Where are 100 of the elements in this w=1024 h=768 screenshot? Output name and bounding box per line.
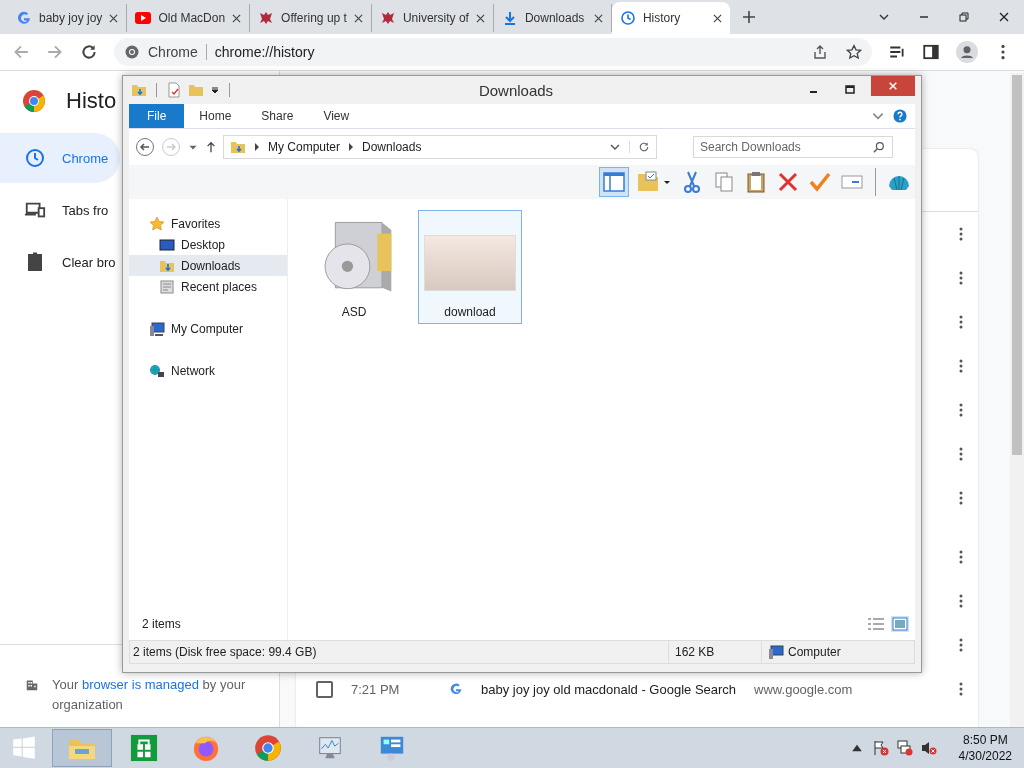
delete-x-icon[interactable] [776,170,800,194]
desktop-icon [159,236,175,253]
nav-item[interactable]: Desktop [129,234,287,255]
nav-item[interactable]: Favorites [129,213,287,234]
network-error-icon[interactable] [896,740,913,756]
managed-link[interactable]: browser is managed [81,677,199,692]
more-icon[interactable] [958,593,964,609]
nav-item[interactable]: My Computer [129,318,287,339]
history-entry-link[interactable]: baby joy joy old macdonald - Google Search [481,681,737,697]
network-icon [149,362,165,379]
shopping-bag-icon [129,734,159,762]
sidebar-item[interactable]: Chrome [0,133,120,183]
refresh-icon[interactable] [629,141,650,153]
more-icon[interactable] [958,637,964,653]
tab-title: History [642,11,682,25]
checkmark-icon[interactable] [808,170,832,194]
maximize-icon[interactable] [844,84,856,96]
search-field[interactable]: Search Downloads [693,136,893,158]
status-location: Computer [788,645,841,659]
clock-date: 4/30/2022 [958,748,1012,764]
more-icon[interactable] [958,402,964,418]
close-button[interactable] [871,76,915,96]
browser-tab[interactable]: Old MacDon [127,4,251,32]
checkbox[interactable] [316,680,333,698]
scrollbar[interactable] [1010,73,1024,727]
close-icon[interactable] [593,13,603,23]
back-icon[interactable] [135,137,155,157]
ribbon-tab[interactable]: Home [184,104,247,128]
up-arrow-icon[interactable] [205,141,217,153]
help-icon[interactable] [893,109,907,123]
window-title: Downloads [477,81,555,99]
close-icon[interactable] [998,11,1010,23]
browser-tab[interactable]: University of [371,4,494,32]
browser-tab[interactable]: Offering up t [250,4,372,32]
windows-start-icon[interactable] [12,736,36,760]
tab-title: Offering up t [281,11,347,25]
managed-notice: Your browser is managed by your organization [52,676,247,714]
crest-icon [258,10,275,26]
close-icon[interactable] [232,13,242,23]
thumbnail-view-icon[interactable] [891,616,909,632]
clock-icon [24,148,46,168]
address-bar[interactable]: Chrome chrome://history [114,38,872,66]
fox-globe-icon [191,734,221,762]
more-icon[interactable] [958,549,964,565]
browser-tab[interactable]: History [611,2,730,34]
clock-time: 8:50 PM [962,732,1008,748]
more-icon[interactable] [958,226,964,242]
close-icon [888,81,898,91]
ribbon-tab[interactable]: File [129,104,185,128]
speaker-muted-icon[interactable] [920,740,937,756]
restore-icon[interactable] [958,11,970,23]
breadcrumb-item[interactable]: My Computer [268,140,341,154]
crest-icon [379,10,396,26]
nav-item[interactable]: Network [129,360,287,381]
more-icon[interactable] [958,490,964,506]
visit-time: 7:21 PM [351,681,401,697]
flag-error-icon[interactable] [872,740,889,756]
chrome-logo-icon [22,89,46,113]
close-icon[interactable] [109,13,119,23]
address-field[interactable]: My Computer Downloads [223,135,657,159]
nav-item[interactable]: Downloads [129,255,287,276]
folder-icon[interactable] [131,82,147,98]
side-panel-icon[interactable] [922,43,940,61]
reload-icon[interactable] [80,43,98,61]
close-icon[interactable] [475,13,485,23]
clipboard-icon[interactable] [744,170,768,194]
new-tab-icon[interactable] [741,10,756,24]
ribbon-tab[interactable]: Share [246,104,309,128]
file-item[interactable]: download [418,210,522,324]
close-icon[interactable] [712,13,722,23]
breadcrumb-item[interactable]: Downloads [362,140,422,154]
ribbon-tab[interactable]: View [308,104,365,128]
google-icon [16,10,32,26]
more-icon[interactable] [958,270,964,286]
url-text: chrome://history [214,44,315,60]
computer-icon [768,644,784,660]
more-icon[interactable] [958,314,964,330]
share-icon[interactable] [812,44,828,60]
tab-title: baby joy joy [39,11,103,25]
status-size: 162 KB [668,641,762,663]
sidebar-item[interactable]: Clear bro [0,237,120,287]
sidebar-item[interactable]: Tabs fro [0,185,120,235]
chrome-icon [253,734,283,762]
document-icon[interactable] [166,82,182,98]
profile-avatar-icon[interactable] [956,41,978,63]
browser-tab[interactable]: baby joy joy [8,4,128,32]
item-count: 2 items [142,617,181,631]
star-icon[interactable] [846,44,862,60]
preview-pane-icon[interactable] [600,168,628,196]
history-icon [619,10,636,26]
more-icon[interactable] [958,681,964,697]
close-icon[interactable] [353,13,363,23]
more-icon[interactable] [958,446,964,462]
breadcrumb-arrow-icon [348,143,355,151]
dropdown-icon[interactable] [210,85,220,95]
browser-tab[interactable]: Downloads [493,4,612,32]
nav-item[interactable]: Recent places [129,276,287,297]
more-icon[interactable] [958,358,964,374]
file-item[interactable]: ASD [302,210,406,324]
folder-icon [230,139,246,155]
